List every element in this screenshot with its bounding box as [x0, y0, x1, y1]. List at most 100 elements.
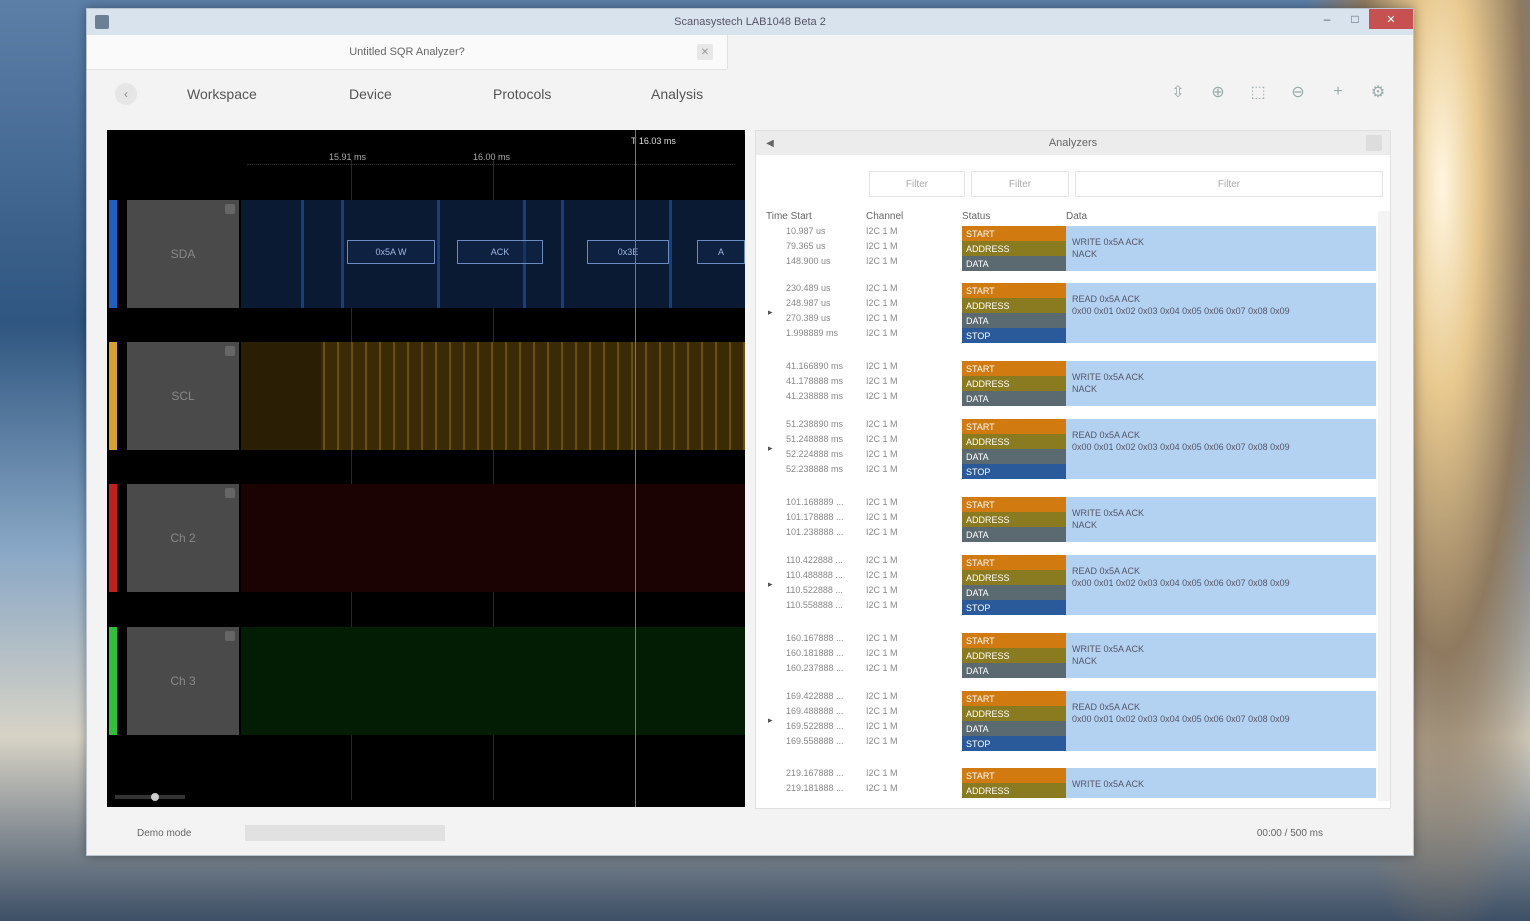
data-cell: READ 0x5A ACK 0x00 0x01 0x02 0x03 0x04 0x… [1066, 283, 1376, 343]
filter-input-data[interactable]: Filter [1075, 171, 1383, 197]
status-cell: START ADDRESS DATA [962, 226, 1066, 271]
column-header-status[interactable]: Status [962, 211, 990, 222]
menu-device[interactable]: Device [349, 86, 392, 102]
timeline-scrollbar[interactable] [115, 795, 185, 799]
time-start-cell: 110.422888 ... 110.488888 ... 110.522888 .… [786, 555, 843, 615]
zoom-in-icon[interactable]: ⊕ [1207, 81, 1229, 103]
data-line: 0x00 0x01 0x02 0x03 0x04 0x05 0x06 0x07 … [1072, 714, 1290, 724]
table-row[interactable]: ▸ 110.422888 ... 110.488888 ... 110.522888 … [766, 555, 1376, 615]
packet-label[interactable]: ACK [457, 240, 543, 264]
table-scrollbar[interactable] [1378, 211, 1390, 801]
time-value: 169.558888 ... [786, 736, 844, 746]
table-row[interactable]: ▸ 169.422888 ... 169.488888 ... 169.522888 … [766, 691, 1376, 751]
table-row[interactable]: 10.987 us 79.365 us 148.900 us I2C 1 M I2C 1… [766, 226, 1376, 271]
window-title: Scanasystech LAB1048 Beta 2 [674, 16, 826, 28]
time-value: 79.365 us [786, 241, 826, 251]
table-row[interactable]: ▸ 230.489 us 248.987 us 270.389 us 1.998889 … [766, 283, 1376, 343]
time-value: 148.900 us [786, 256, 831, 266]
channel-sda: SDA 0x5A W ACK 0x3E A [107, 200, 745, 308]
time-value: 169.422888 ... [786, 691, 844, 701]
table-row[interactable]: 160.167888 ... 160.181888 ... 160.237888 .… [766, 633, 1376, 678]
window-controls: – □ ✕ [1313, 9, 1413, 31]
channel-settings-icon[interactable] [225, 204, 235, 214]
channel-label-box[interactable]: Ch 2 [127, 484, 239, 592]
packet-label[interactable]: 0x5A W [347, 240, 435, 264]
channel-value: I2C 1 M [866, 376, 898, 386]
back-button[interactable]: ‹ [115, 83, 137, 105]
menu-workspace[interactable]: Workspace [187, 86, 257, 102]
packet-label[interactable]: 0x3E [587, 240, 669, 264]
time-value: 10.987 us [786, 226, 826, 236]
channel-value: I2C 1 M [866, 648, 898, 658]
status-badge: STOP [962, 600, 1066, 615]
time-ticks [247, 164, 735, 173]
table-row[interactable]: 101.168889 ... 101.178888 ... 101.238888 .… [766, 497, 1376, 542]
zoom-out-icon[interactable]: ⊖ [1287, 81, 1309, 103]
channel-label-box[interactable]: SCL [127, 342, 239, 450]
maximize-button[interactable]: □ [1341, 9, 1369, 29]
signal-edge [561, 200, 564, 308]
data-cell: WRITE 0x5A ACK NACK [1066, 361, 1376, 406]
status-cell: START ADDRESS DATA STOP [962, 419, 1066, 479]
channel-value: I2C 1 M [866, 768, 898, 778]
data-cell: WRITE 0x5A ACK NACK [1066, 633, 1376, 678]
tab-close-icon[interactable]: ✕ [697, 44, 713, 60]
close-window-button[interactable]: ✕ [1369, 9, 1413, 29]
zoom-select-icon[interactable]: ⬚ [1247, 81, 1269, 103]
status-cell: START ADDRESS DATA STOP [962, 555, 1066, 615]
status-badge: START [962, 497, 1066, 512]
channel-2: Ch 2 [107, 484, 745, 592]
time-value: 41.238888 ms [786, 391, 844, 401]
expand-row-icon[interactable]: ▸ [768, 579, 773, 590]
column-header-data[interactable]: Data [1066, 211, 1087, 222]
filter-input-time[interactable]: Filter [869, 171, 965, 197]
data-line: NACK [1072, 249, 1098, 259]
packet-label[interactable]: A [697, 240, 745, 264]
settings-icon[interactable]: ⚙ [1367, 81, 1389, 103]
waveform-panel[interactable]: 15.91 ms 16.00 ms T 16.03 ms SDA 0x5A W … [107, 130, 745, 807]
status-badge: ADDRESS [962, 241, 1066, 256]
status-badge: ADDRESS [962, 783, 1066, 798]
table-row[interactable]: 219.167888 ... 219.181888 ... I2C 1 M I2C 1… [766, 768, 1376, 798]
channel-cell: I2C 1 M I2C 1 M I2C 1 M I2C 1 M [866, 419, 898, 479]
channel-value: I2C 1 M [866, 585, 898, 595]
menu-analysis[interactable]: Analysis [651, 86, 703, 102]
title-bar: Scanasystech LAB1048 Beta 2 – □ ✕ [87, 9, 1413, 35]
expand-row-icon[interactable]: ▸ [768, 443, 773, 454]
data-cell: WRITE 0x5A ACK NACK [1066, 497, 1376, 542]
status-badge: START [962, 361, 1066, 376]
time-value: 101.178888 ... [786, 512, 844, 522]
data-cell: WRITE 0x5A ACK [1066, 768, 1376, 798]
menu-protocols[interactable]: Protocols [493, 86, 551, 102]
channel-settings-icon[interactable] [225, 631, 235, 641]
tab-analyzer[interactable]: Untitled SQR Analyzer? ✕ [87, 35, 727, 70]
signal-edge [669, 200, 672, 308]
add-icon[interactable]: + [1327, 81, 1349, 103]
table-row[interactable]: 41.166890 ms 41.178888 ms 41.238888 ms I2C … [766, 361, 1376, 406]
timeline-scroll-thumb[interactable] [151, 793, 159, 801]
channel-value: I2C 1 M [866, 449, 898, 459]
channel-value: I2C 1 M [866, 241, 898, 251]
channel-value: I2C 1 M [866, 256, 898, 266]
channel-value: I2C 1 M [866, 721, 898, 731]
time-cursor[interactable] [635, 130, 636, 807]
signal-idle [241, 342, 321, 450]
status-badge: ADDRESS [962, 706, 1066, 721]
column-header-channel[interactable]: Channel [866, 211, 903, 222]
cursor-time-marker[interactable]: T 16.03 ms [631, 136, 676, 146]
channel-settings-icon[interactable] [225, 488, 235, 498]
channel-settings-icon[interactable] [225, 346, 235, 356]
channel-label-box[interactable]: Ch 3 [127, 627, 239, 735]
data-cell: READ 0x5A ACK 0x00 0x01 0x02 0x03 0x04 0x… [1066, 555, 1376, 615]
time-value: 110.522888 ... [786, 585, 843, 595]
filter-input-channel[interactable]: Filter [971, 171, 1069, 197]
time-start-cell: 230.489 us 248.987 us 270.389 us 1.998889 m… [786, 283, 838, 343]
channel-label-box[interactable]: SDA [127, 200, 239, 308]
table-row[interactable]: ▸ 51.238890 ms 51.248888 ms 52.224888 ms 52.… [766, 419, 1376, 479]
column-header-time[interactable]: Time Start [766, 211, 812, 222]
expand-row-icon[interactable]: ▸ [768, 307, 773, 318]
expand-row-icon[interactable]: ▸ [768, 715, 773, 726]
analyzers-settings-icon[interactable] [1366, 135, 1382, 151]
zoom-fit-icon[interactable]: ⇳ [1167, 81, 1189, 103]
minimize-button[interactable]: – [1313, 9, 1341, 29]
